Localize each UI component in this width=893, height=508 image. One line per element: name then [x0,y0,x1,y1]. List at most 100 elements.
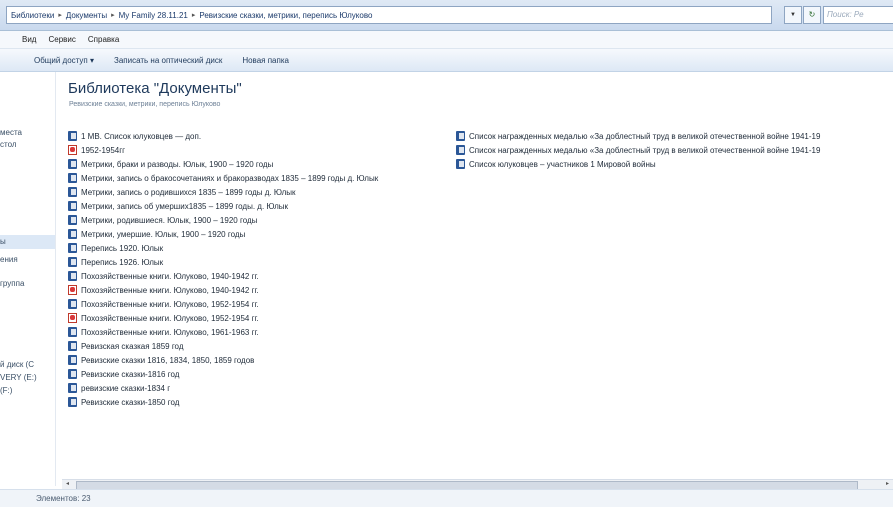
file-name: Ревизские сказки-1816 год [81,369,180,379]
breadcrumb-item[interactable]: My Family 28.11.21 [119,11,188,20]
address-dropdown-icon[interactable]: ▼ [784,6,802,24]
file-name: Ревизские сказки-1850 год [81,397,180,407]
doc-icon [68,397,77,407]
file-item[interactable]: Список награжденных медалью «За доблестн… [456,129,820,143]
new-folder-button[interactable]: Новая папка [242,56,289,65]
doc-icon [68,257,77,267]
file-list-column-2: Список награжденных медалью «За доблестн… [456,129,820,171]
menu-tools[interactable]: Сервис [48,35,75,44]
doc-icon [68,383,77,393]
doc-icon [68,159,77,169]
file-item[interactable]: Похозяйственные книги. Юлуково, 1940-194… [68,283,378,297]
breadcrumb[interactable]: Библиотеки ▸ Документы ▸ My Family 28.11… [6,6,772,24]
file-item[interactable]: Перепись 1920. Юлык [68,241,378,255]
nav-item[interactable]: группа [0,279,24,288]
file-name: Список награжденных медалью «За доблестн… [469,145,821,155]
share-button[interactable]: Общий доступ ▾ [34,56,94,65]
file-item[interactable]: 1952-1954гг [68,143,378,157]
chevron-right-icon[interactable]: ▸ [111,11,115,19]
file-item[interactable]: Похозяйственные книги. Юлуково, 1940-194… [68,269,378,283]
library-title: Библиотека "Документы" [68,80,242,97]
command-toolbar: Общий доступ ▾ Записать на оптический ди… [0,49,893,72]
file-name: ревизские сказки-1834 г [81,383,171,393]
pdf-icon [68,285,77,295]
doc-icon [68,229,77,239]
file-item[interactable]: Ревизские сказки 1816, 1834, 1850, 1859 … [68,353,378,367]
chevron-right-icon[interactable]: ▸ [58,11,62,19]
doc-icon [68,173,77,183]
file-name: Похозяйственные книги. Юлуково, 1952-195… [81,299,259,309]
doc-icon [68,341,77,351]
nav-item[interactable]: (F:) [0,386,12,395]
nav-item[interactable]: й диск (C [0,360,34,369]
doc-icon [68,131,77,141]
nav-item[interactable]: места [0,128,22,137]
pdf-icon [68,145,77,155]
doc-icon [68,271,77,281]
menu-bar: Вид Сервис Справка [0,31,893,49]
nav-item[interactable]: VERY (E:) [0,373,37,382]
file-list-column-1: 1 МВ. Список юлуковцев — доп. 1952-1954гг… [68,129,378,409]
doc-icon [68,355,77,365]
doc-icon [68,299,77,309]
file-item[interactable]: Метрики, запись об умерших1835 – 1899 го… [68,199,378,213]
scroll-right-icon[interactable]: ▸ [883,480,892,489]
file-name: Список юлуковцев – участников 1 Мировой … [469,159,656,169]
file-item[interactable]: Метрики, родившиеся. Юлык, 1900 – 1920 г… [68,213,378,227]
file-name: Метрики, родившиеся. Юлык, 1900 – 1920 г… [81,215,258,225]
doc-icon [68,369,77,379]
doc-icon [456,131,465,141]
breadcrumb-item[interactable]: Библиотеки [11,11,54,20]
file-item[interactable]: Метрики, браки и разводы. Юлык, 1900 – 1… [68,157,378,171]
doc-icon [68,243,77,253]
nav-item[interactable]: ения [0,255,18,264]
file-item[interactable]: Ревизская сказкая 1859 год [68,339,378,353]
file-item[interactable]: Список юлуковцев – участников 1 Мировой … [456,157,820,171]
file-name: 1 МВ. Список юлуковцев — доп. [81,131,202,141]
menu-help[interactable]: Справка [88,35,119,44]
file-name: Ревизские сказки 1816, 1834, 1850, 1859 … [81,355,255,365]
file-item[interactable]: Похозяйственные книги. Юлуково, 1952-195… [68,297,378,311]
file-item[interactable]: Список награжденных медалью «За доблестн… [456,143,820,157]
doc-icon [456,159,465,169]
file-name: Похозяйственные книги. Юлуково, 1952-195… [81,313,259,323]
file-item[interactable]: Ревизские сказки-1850 год [68,395,378,409]
status-bar: Элементов: 23 [0,489,893,507]
burn-disc-button[interactable]: Записать на оптический диск [114,56,222,65]
doc-icon [68,215,77,225]
scroll-left-icon[interactable]: ◂ [63,480,72,489]
file-name: 1952-1954гг [81,145,126,155]
navigation-pane: места стол ы ения группа й диск (C VERY … [0,72,56,486]
refresh-icon[interactable]: ↻ [803,6,821,24]
file-name: Список награжденных медалью «За доблестн… [469,131,821,141]
file-name: Перепись 1926. Юлык [81,257,164,267]
file-item[interactable]: Похозяйственные книги. Юлуково, 1952-195… [68,311,378,325]
breadcrumb-item[interactable]: Документы [66,11,107,20]
chevron-right-icon[interactable]: ▸ [192,11,196,19]
horizontal-scrollbar[interactable]: ◂ ▸ [62,479,893,490]
file-name: Перепись 1920. Юлык [81,243,164,253]
file-item[interactable]: Метрики, запись о бракосочетаниях и брак… [68,171,378,185]
nav-item[interactable]: ы [0,237,6,246]
file-item[interactable]: Ревизские сказки-1816 год [68,367,378,381]
menu-view[interactable]: Вид [22,35,36,44]
nav-item[interactable]: стол [0,140,17,149]
file-item[interactable]: 1 МВ. Список юлуковцев — доп. [68,129,378,143]
address-bar-area: Библиотеки ▸ Документы ▸ My Family 28.11… [0,0,893,31]
file-item[interactable]: Метрики, запись о родившихся 1835 – 1899… [68,185,378,199]
search-input[interactable]: Поиск: Ре [823,6,893,24]
file-item[interactable]: ревизские сказки-1834 г [68,381,378,395]
doc-icon [456,145,465,155]
file-item[interactable]: Метрики, умершие. Юлык, 1900 – 1920 годы [68,227,378,241]
file-name: Метрики, запись о бракосочетаниях и брак… [81,173,379,183]
file-name: Метрики, запись о родившихся 1835 – 1899… [81,187,296,197]
file-name: Похозяйственные книги. Юлуково, 1940-194… [81,271,259,281]
file-name: Метрики, умершие. Юлык, 1900 – 1920 годы [81,229,246,239]
file-name: Метрики, запись об умерших1835 – 1899 го… [81,201,289,211]
nav-selection-highlight [0,235,55,249]
breadcrumb-item[interactable]: Ревизские сказки, метрики, перепись Юлук… [199,11,372,20]
file-item[interactable]: Похозяйственные книги. Юлуково, 1961-196… [68,325,378,339]
file-name: Ревизская сказкая 1859 год [81,341,184,351]
doc-icon [68,327,77,337]
file-item[interactable]: Перепись 1926. Юлык [68,255,378,269]
